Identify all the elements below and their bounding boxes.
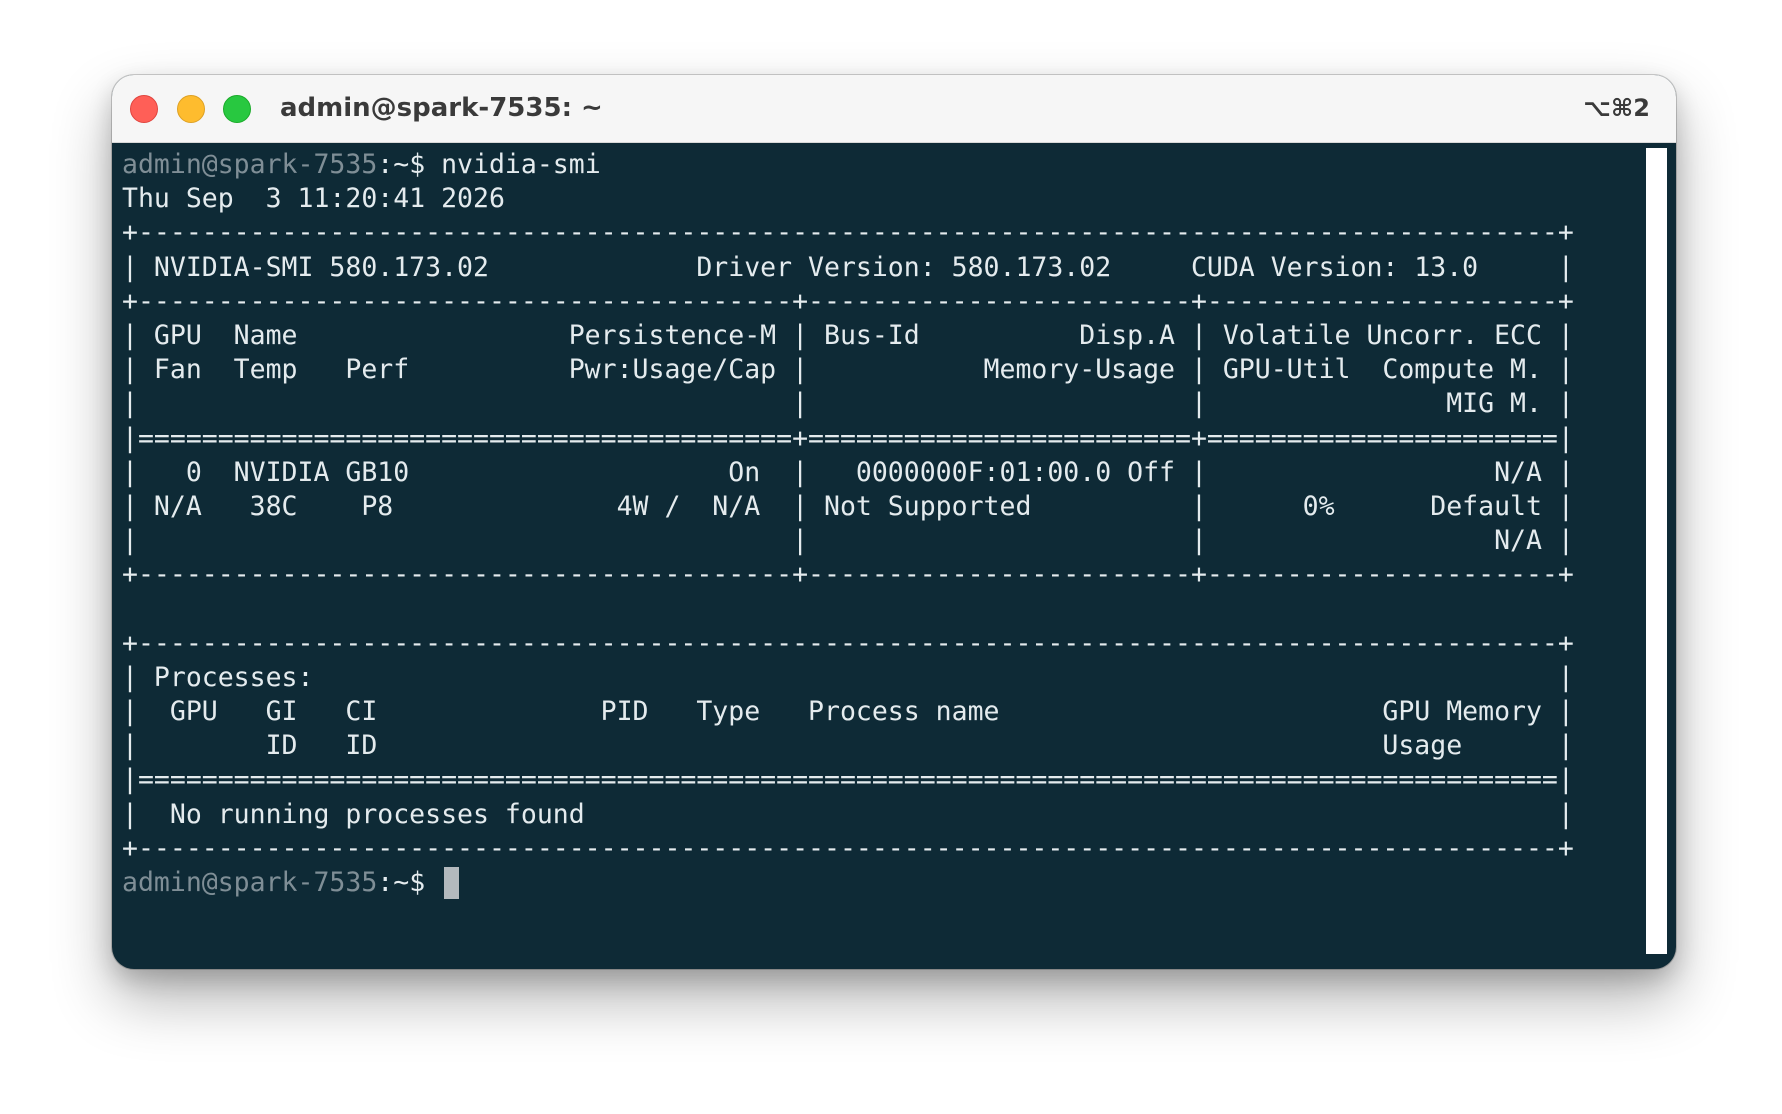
output-line: | | | MIG M. | (122, 388, 1574, 420)
output-line: | ID ID Usage | (122, 730, 1574, 762)
output-line: Thu Sep 3 11:20:41 2026 (122, 183, 505, 215)
window-shortcut-label: ⌥⌘2 (1583, 94, 1650, 122)
terminal-window: admin@spark-7535: ~ ⌥⌘2 admin@spark-7535… (112, 75, 1676, 969)
output-line: | GPU GI CI PID Type Process name GPU Me… (122, 696, 1574, 727)
command-output: Thu Sep 3 11:20:41 2026 +----------------… (122, 182, 1622, 866)
scrollbar[interactable] (1646, 148, 1667, 954)
output-line: +---------------------------------------… (122, 627, 1574, 659)
title-bar: admin@spark-7535: ~ ⌥⌘2 (112, 75, 1676, 143)
output-line: +---------------------------------------… (122, 832, 1574, 864)
text-cursor (444, 867, 460, 900)
terminal-output[interactable]: admin@spark-7535:~$ nvidia-smi Thu Sep 3… (122, 148, 1622, 958)
command-text: :~$ nvidia-smi (377, 149, 601, 180)
output-line: | | | N/A | (122, 525, 1574, 557)
prompt-user-host: admin@spark-7535 (122, 866, 378, 898)
output-line: |=======================================… (122, 764, 1574, 796)
output-line: +---------------------------------------… (122, 217, 1574, 249)
output-line: +---------------------------------------… (122, 559, 1574, 591)
output-line: | N/A 38C P8 4W / N/A | Not Supported | … (122, 490, 1574, 522)
output-line: +---------------------------------------… (122, 285, 1574, 317)
output-line: | NVIDIA-SMI 580.173.02 Driver Version: … (122, 251, 1574, 283)
output-line: | 0 NVIDIA GB10 On | 0000000F:01:00.0 Of… (122, 456, 1574, 488)
output-line: |=======================================… (122, 422, 1574, 454)
prompt-symbol: :~$ (377, 866, 442, 898)
final-prompt-line: admin@spark-7535:~$ (122, 866, 1622, 900)
minimize-window-button[interactable] (177, 95, 205, 123)
output-line: | No running processes found | (122, 798, 1574, 830)
command-line: admin@spark-7535:~$ nvidia-smi (122, 148, 1622, 182)
window-title: admin@spark-7535: ~ (280, 93, 603, 123)
output-line: | Fan Temp Perf Pwr:Usage/Cap | Memory-U… (122, 354, 1574, 386)
close-window-button[interactable] (130, 95, 158, 123)
zoom-window-button[interactable] (223, 95, 251, 123)
output-line: | GPU Name Persistence-M | Bus-Id Disp.A… (122, 319, 1574, 351)
prompt-user-host: admin@spark-7535 (122, 149, 378, 180)
output-line: | Processes: | (122, 661, 1574, 693)
